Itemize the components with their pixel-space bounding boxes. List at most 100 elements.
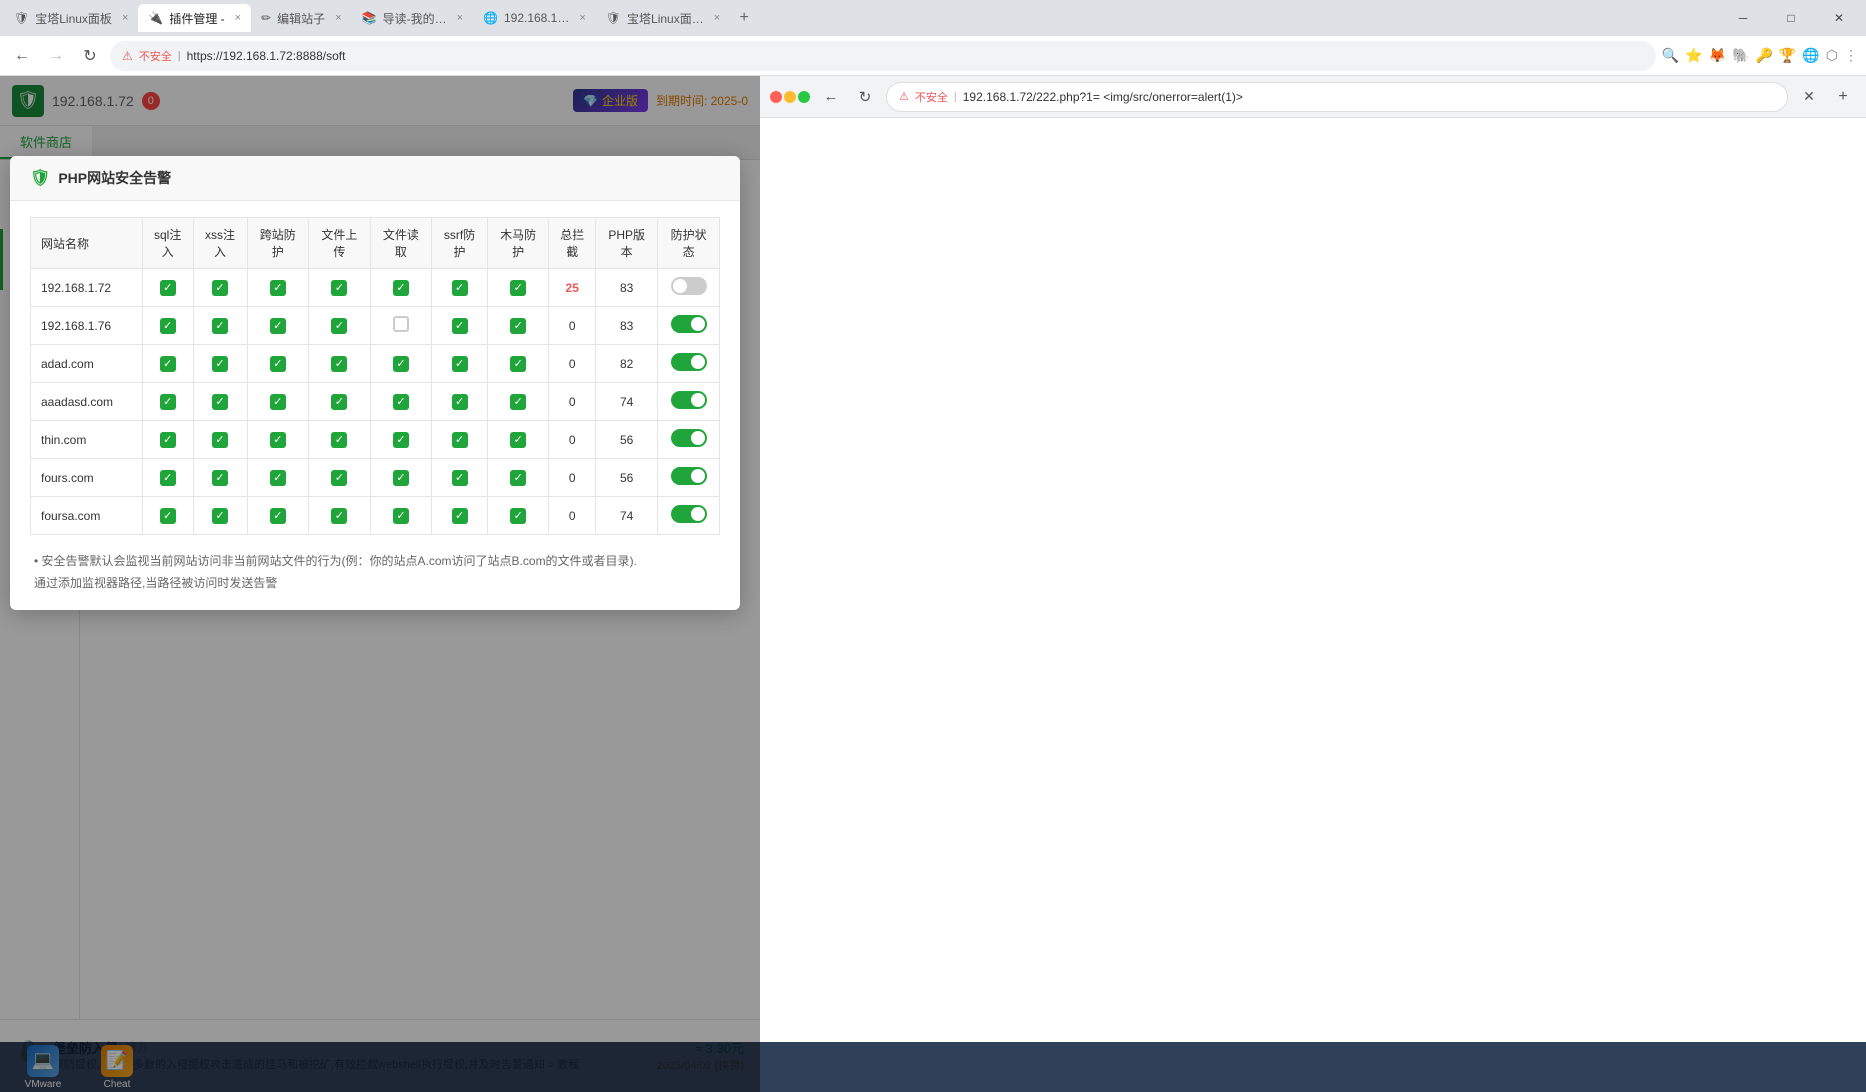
extension5-icon: 🌐 — [1802, 47, 1819, 64]
protect-toggle[interactable] — [671, 277, 707, 295]
protect-toggle[interactable] — [671, 353, 707, 371]
tab-favicon: 🛡 — [606, 11, 621, 25]
check-icon: ✓ — [270, 470, 286, 486]
tab-close-btn[interactable]: × — [122, 12, 128, 24]
security-alert-modal: 🛡 PHP网站安全告警 网站名称 sql注入 xss注入 — [80, 160, 740, 610]
back-button[interactable]: ← — [8, 42, 36, 70]
tab-guide[interactable]: 📚 导读-我的… × — [352, 4, 473, 32]
tab-close-btn[interactable]: × — [714, 12, 720, 24]
right-min-dot[interactable] — [784, 91, 796, 103]
url-input-box[interactable]: ⚠ 不安全 | https://192.168.1.72:8888/soft — [110, 41, 1656, 71]
cell-total: 25 — [549, 269, 595, 307]
close-window-button[interactable]: ✕ — [1816, 0, 1862, 36]
forward-button[interactable]: → — [42, 42, 70, 70]
cell-protect[interactable] — [658, 269, 720, 307]
right-address-bar: ← ↻ ⚠ 不安全 | 192.168.1.72/222.php?1= <img… — [760, 76, 1866, 118]
reload-button[interactable]: ↻ — [76, 42, 104, 70]
right-security-label: 不安全 — [915, 89, 948, 105]
cell-ssrf: ✓ — [432, 497, 488, 535]
tab-ip1[interactable]: 🌐 192.168.1… × — [473, 4, 596, 32]
tab-baota2[interactable]: 🛡 宝塔Linux面… × — [596, 4, 730, 32]
check-icon: ✓ — [331, 318, 347, 334]
tab-label: 编辑站子 — [277, 10, 325, 27]
right-close-dot[interactable] — [770, 91, 782, 103]
col-header-php: PHP版本 — [595, 218, 657, 269]
cell-read: ✓ — [370, 345, 432, 383]
col-header-name: 网站名称 — [80, 218, 142, 269]
cell-ssrf: ✓ — [432, 383, 488, 421]
right-page-content — [760, 118, 1866, 1092]
menu-icon[interactable]: ⋮ — [1844, 47, 1858, 64]
cell-csrf: ✓ — [247, 459, 309, 497]
cell-name: 192.168.1.72 — [80, 269, 142, 307]
cell-xss: ✓ — [193, 345, 247, 383]
cell-xss: ✓ — [193, 497, 247, 535]
protect-toggle[interactable] — [671, 391, 707, 409]
tab-close-btn[interactable]: × — [235, 12, 241, 24]
check-icon: ✓ — [393, 508, 409, 524]
right-window-controls — [770, 91, 810, 103]
cell-xss: ✓ — [193, 383, 247, 421]
check-icon: ✓ — [452, 280, 468, 296]
cell-trojan: ✓ — [487, 459, 549, 497]
cell-name: adad.com — [80, 345, 142, 383]
cell-read — [370, 307, 432, 345]
check-icon: ✓ — [160, 394, 176, 410]
content-area: 🛡 PHP网站安全告警 网站名称 sql注入 xss注入 — [80, 160, 760, 1019]
right-reload-button[interactable]: ↻ — [852, 84, 878, 110]
check-icon: ✓ — [452, 508, 468, 524]
check-icon: ✓ — [510, 394, 526, 410]
check-icon: ✓ — [270, 432, 286, 448]
new-tab-button[interactable]: + — [730, 4, 758, 32]
cell-trojan: ✓ — [487, 421, 549, 459]
check-icon: ✓ — [452, 318, 468, 334]
cell-xss: ✓ — [193, 421, 247, 459]
check-icon: ✓ — [212, 356, 228, 372]
table-row: aaadasd.com ✓ ✓ ✓ ✓ ✓ ✓ ✓ 0 74 — [80, 383, 720, 421]
protect-toggle[interactable] — [671, 315, 707, 333]
right-new-tab-button[interactable]: + — [1830, 84, 1856, 110]
check-icon: ✓ — [331, 470, 347, 486]
cell-protect[interactable] — [658, 497, 720, 535]
tab-close-btn[interactable]: × — [579, 12, 585, 24]
tab-label: 宝塔Linux面… — [627, 10, 704, 27]
check-icon: ✓ — [393, 356, 409, 372]
tab-baota1[interactable]: 🛡 宝塔Linux面板 × — [4, 4, 138, 32]
cell-protect[interactable] — [658, 421, 720, 459]
tab-close-btn[interactable]: × — [457, 12, 463, 24]
cell-protect[interactable] — [658, 459, 720, 497]
app-body: 🏠 首页 🖥 网站管理 🗂 木马隔离箱 📋 白名单 — [0, 160, 760, 1019]
cell-upload: ✓ — [309, 345, 371, 383]
cell-read: ✓ — [370, 497, 432, 535]
tab-close-btn[interactable]: × — [335, 12, 341, 24]
check-icon: ✓ — [212, 318, 228, 334]
cell-protect[interactable] — [658, 345, 720, 383]
col-header-sql: sql注入 — [142, 218, 193, 269]
protect-toggle[interactable] — [671, 429, 707, 447]
tab-edit[interactable]: ✏ 编辑站子 × — [251, 4, 352, 32]
cell-protect[interactable] — [658, 383, 720, 421]
maximize-button[interactable]: □ — [1768, 0, 1814, 36]
note-line1: • 安全告警默认会监视当前网站访问非当前网站文件的行为(例：你的站点A.com访… — [80, 551, 716, 573]
right-tab-close-button[interactable]: ✕ — [1796, 84, 1822, 110]
check-icon: ✓ — [452, 470, 468, 486]
right-url-box[interactable]: ⚠ 不安全 | 192.168.1.72/222.php?1= <img/src… — [886, 82, 1788, 112]
protect-toggle[interactable] — [671, 505, 707, 523]
cell-sql: ✓ — [142, 459, 193, 497]
right-max-dot[interactable] — [798, 91, 810, 103]
check-icon: ✓ — [160, 318, 176, 334]
tab-plugin[interactable]: 🔌 插件管理 - × — [138, 4, 251, 32]
tab-label: 插件管理 - — [169, 10, 224, 27]
check-icon: ✓ — [393, 432, 409, 448]
right-back-button[interactable]: ← — [818, 84, 844, 110]
check-icon: ✓ — [393, 280, 409, 296]
cell-name: 192.168.1.76 — [80, 307, 142, 345]
cell-total: 0 — [549, 383, 595, 421]
table-row: 192.168.1.72 ✓ ✓ ✓ ✓ ✓ ✓ ✓ 25 83 — [80, 269, 720, 307]
cell-protect[interactable] — [658, 307, 720, 345]
protect-toggle[interactable] — [671, 467, 707, 485]
check-icon: ✓ — [331, 280, 347, 296]
check-icon: ✓ — [270, 394, 286, 410]
check-icon: ✓ — [452, 432, 468, 448]
minimize-button[interactable]: ─ — [1720, 0, 1766, 36]
